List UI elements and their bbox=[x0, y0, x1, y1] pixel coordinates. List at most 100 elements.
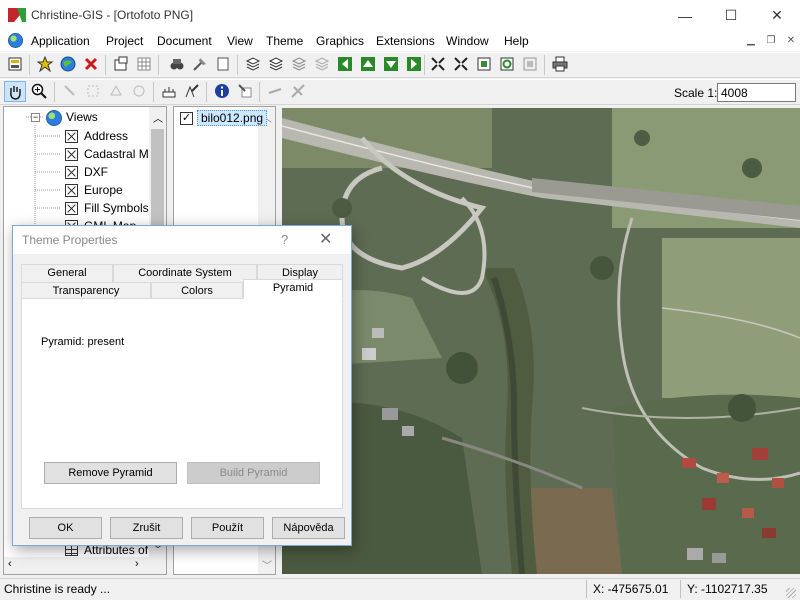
layer-visibility-checkbox[interactable]: ✓ bbox=[180, 111, 193, 125]
menu-window[interactable]: Window bbox=[446, 34, 489, 48]
draw-disabled-icon[interactable] bbox=[266, 82, 284, 100]
toolbar-separator bbox=[54, 82, 55, 102]
move-last-icon[interactable] bbox=[405, 55, 423, 73]
properties-icon[interactable] bbox=[112, 55, 130, 73]
add-theme-icon[interactable] bbox=[36, 55, 54, 73]
print-icon[interactable] bbox=[551, 55, 569, 73]
toolbar-separator bbox=[237, 55, 238, 75]
view-icon bbox=[65, 183, 78, 197]
mdi-minimize-icon[interactable]: ▁ bbox=[744, 35, 758, 47]
status-y-coordinate: Y: -1102717.35 bbox=[687, 582, 768, 596]
globe-icon[interactable] bbox=[8, 33, 23, 48]
remove-pyramid-label: Remove Pyramid bbox=[68, 467, 153, 479]
layer-scroll-down-icon[interactable]: ﹀ bbox=[262, 557, 272, 572]
layer-item[interactable]: ✓ bilo012.png bbox=[180, 110, 268, 126]
zoom-previous-icon[interactable] bbox=[521, 55, 539, 73]
collapse-toggle-icon[interactable]: − bbox=[31, 113, 40, 122]
app-logo-icon bbox=[8, 8, 26, 22]
tree-item-cadastral[interactable]: Cadastral M bbox=[65, 145, 149, 163]
map-view[interactable] bbox=[282, 108, 800, 574]
orthophoto-image bbox=[282, 108, 800, 574]
remove-pyramid-button[interactable]: Remove Pyramid bbox=[44, 462, 177, 484]
layer-add-icon[interactable] bbox=[244, 55, 262, 73]
tools-icon[interactable] bbox=[191, 55, 209, 73]
dialog-help-icon[interactable]: ? bbox=[281, 232, 288, 247]
dialog-close-icon[interactable]: ✕ bbox=[319, 229, 332, 249]
close-button[interactable]: ✕ bbox=[754, 0, 800, 31]
move-first-icon[interactable] bbox=[336, 55, 354, 73]
layer-props-icon[interactable] bbox=[290, 55, 308, 73]
apply-button[interactable]: Použít bbox=[191, 517, 264, 539]
window-title: Christine-GIS - [Ortofoto PNG] bbox=[31, 8, 194, 22]
status-message: Christine is ready ... bbox=[4, 582, 111, 596]
menu-project[interactable]: Project bbox=[106, 34, 143, 48]
scroll-up-icon[interactable]: ︿ bbox=[153, 110, 163, 125]
zoom-in-icon[interactable] bbox=[30, 82, 48, 100]
select-poly-disabled-icon[interactable] bbox=[107, 82, 125, 100]
globe-theme-icon[interactable] bbox=[59, 55, 77, 73]
delete-icon[interactable] bbox=[82, 55, 100, 73]
status-separator bbox=[586, 580, 587, 598]
layer-disabled-icon[interactable] bbox=[313, 55, 331, 73]
hotlink-icon[interactable] bbox=[236, 82, 254, 100]
theme-properties-dialog: Theme Properties ? ✕ General Coordinate … bbox=[12, 225, 352, 546]
new-project-icon[interactable] bbox=[6, 55, 24, 73]
menu-view[interactable]: View bbox=[227, 34, 253, 48]
menu-document[interactable]: Document bbox=[157, 34, 212, 48]
tree-scroll-thumb[interactable] bbox=[151, 129, 164, 229]
tree-horizontal-scrollbar[interactable]: ‹ › bbox=[4, 557, 166, 574]
view-icon bbox=[65, 147, 78, 161]
table-icon bbox=[65, 544, 78, 556]
tab-pyramid[interactable]: Pyramid bbox=[243, 279, 343, 299]
tab-general[interactable]: General bbox=[21, 264, 113, 282]
resize-grip-icon[interactable] bbox=[786, 588, 796, 598]
label-icon[interactable] bbox=[183, 82, 201, 100]
build-pyramid-label: Build Pyramid bbox=[219, 467, 288, 479]
scroll-right-icon[interactable]: › bbox=[135, 558, 139, 570]
cancel-button[interactable]: Zrušit bbox=[110, 517, 183, 539]
select-rect-disabled-icon[interactable] bbox=[84, 82, 102, 100]
zoom-full-icon[interactable] bbox=[429, 55, 447, 73]
tree-root-label[interactable]: Views bbox=[66, 110, 98, 124]
build-pyramid-button[interactable]: Build Pyramid bbox=[187, 462, 320, 484]
mdi-close-icon[interactable]: ✕ bbox=[784, 35, 798, 47]
toolbar-separator bbox=[544, 55, 545, 75]
zoom-layer-icon[interactable] bbox=[475, 55, 493, 73]
pan-hand-icon[interactable] bbox=[4, 81, 26, 102]
tab-panel-pyramid: Pyramid: present Remove Pyramid Build Py… bbox=[21, 298, 343, 509]
view-icon bbox=[65, 201, 78, 215]
menu-theme[interactable]: Theme bbox=[266, 34, 303, 48]
layer-edit-icon[interactable] bbox=[267, 55, 285, 73]
menu-extensions[interactable]: Extensions bbox=[376, 34, 435, 48]
move-up-icon[interactable] bbox=[359, 55, 377, 73]
scale-input[interactable] bbox=[717, 83, 796, 102]
tree-item-fill-symbols[interactable]: Fill Symbols bbox=[65, 199, 149, 217]
info-icon[interactable] bbox=[213, 82, 231, 100]
measure-icon[interactable] bbox=[160, 82, 178, 100]
table-icon[interactable] bbox=[135, 55, 153, 73]
view-icon bbox=[65, 165, 78, 179]
tree-item-address[interactable]: Address bbox=[65, 127, 128, 145]
tree-item-europe[interactable]: Europe bbox=[65, 181, 123, 199]
menu-help[interactable]: Help bbox=[504, 34, 529, 48]
layer-label[interactable]: bilo012.png bbox=[197, 110, 268, 126]
edit-disabled-icon[interactable] bbox=[289, 82, 307, 100]
maximize-button[interactable]: ☐ bbox=[708, 0, 754, 31]
select-circle-disabled-icon[interactable] bbox=[130, 82, 148, 100]
select-disabled-icon[interactable] bbox=[61, 82, 79, 100]
tab-coordinate-system[interactable]: Coordinate System bbox=[113, 264, 257, 282]
scroll-left-icon[interactable]: ‹ bbox=[8, 558, 12, 570]
tree-item-dxf[interactable]: DXF bbox=[65, 163, 108, 181]
zoom-extent-icon[interactable] bbox=[452, 55, 470, 73]
find-icon[interactable] bbox=[168, 55, 186, 73]
minimize-button[interactable]: — bbox=[662, 0, 708, 31]
help-button[interactable]: Nápověda bbox=[272, 517, 345, 539]
toolbar-separator bbox=[29, 55, 30, 75]
refresh-icon[interactable] bbox=[498, 55, 516, 73]
menu-graphics[interactable]: Graphics bbox=[316, 34, 364, 48]
menu-application[interactable]: Application bbox=[31, 34, 90, 48]
move-down-icon[interactable] bbox=[382, 55, 400, 73]
ok-button[interactable]: OK bbox=[29, 517, 102, 539]
mdi-restore-icon[interactable]: ❐ bbox=[764, 35, 778, 47]
page-icon[interactable] bbox=[214, 55, 232, 73]
